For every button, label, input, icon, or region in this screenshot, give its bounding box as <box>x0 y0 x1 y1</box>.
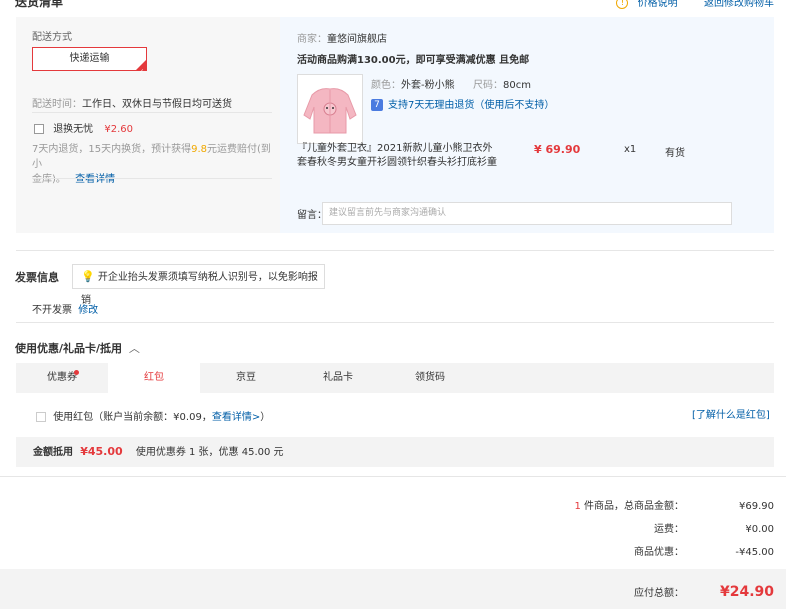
tab-claim-code[interactable]: 领货码 <box>384 363 476 393</box>
shipping-method-label: 配送方式 <box>32 32 72 43</box>
redpacket-option[interactable]: 使用红包（账户当前余额：¥0.09，查看详情>） <box>36 408 270 423</box>
tab-giftcard[interactable]: 礼品卡 <box>292 363 384 393</box>
redpacket-detail-link[interactable]: 查看详情> <box>212 412 260 423</box>
stock-status: 有货 <box>665 148 685 159</box>
invoice-title: 发票信息 <box>15 271 59 284</box>
guarantee[interactable]: 7 支持7天无理由退货（使用后不支持） <box>371 96 554 111</box>
return-insurance-checkbox[interactable] <box>34 124 44 134</box>
tab-redpacket[interactable]: 红包 <box>108 363 200 393</box>
merchant-name[interactable]: 童悠间旗舰店 <box>327 34 387 45</box>
price-note-link[interactable]: 价格说明 <box>638 0 678 9</box>
tab-jingdou[interactable]: 京豆 <box>200 363 292 393</box>
return-detail-link[interactable]: 查看详情 <box>75 174 115 185</box>
invoice-modify-link[interactable]: 修改 <box>78 305 98 316</box>
product-title[interactable]: 『儿童外套卫衣』2021新款儿童小熊卫衣外 套春秋冬男女童开衫圆领针织春头衫打底衫… <box>297 142 497 170</box>
merchant: 商家：童悠间旗舰店 <box>297 34 387 45</box>
coupon-tabs: 优惠券 红包 京豆 礼品卡 领货码 <box>16 363 774 393</box>
summary-goods-total: 1 件商品，总商品金额： ¥69.90 <box>574 501 774 512</box>
summary-freight: 运费： ¥0.00 <box>654 524 774 535</box>
divider <box>32 178 272 179</box>
guarantee-icon: 7 <box>371 99 383 111</box>
summary-payable: 应付总额： ¥24.90 <box>634 584 774 600</box>
product-price: ¥ 69.90 <box>534 143 581 156</box>
divider <box>0 476 786 477</box>
return-insurance-option[interactable]: 退换无忧 ¥2.60 <box>34 120 133 135</box>
lightbulb-icon: 💡 <box>81 270 95 283</box>
return-insurance-desc: 7天内退货，15天内换货，预计获得9.8元运费赔付(到小 金库)。 查看详情 <box>32 144 271 185</box>
section-title: 送货清单 <box>15 0 64 9</box>
redpacket-checkbox[interactable] <box>36 412 46 422</box>
message-input[interactable]: 建议留言前先与商家沟通确认 <box>322 202 732 225</box>
notification-dot <box>74 370 79 375</box>
learn-redpacket-link[interactable]: [了解什么是红包] <box>692 406 770 421</box>
divider <box>16 250 774 251</box>
header-links: ! 价格说明 返回修改购物车 <box>616 0 774 9</box>
coupon-section-toggle[interactable]: 使用优惠/礼品卡/抵用 ︿ <box>15 340 140 356</box>
invoice-status: 不开发票 修改 <box>32 305 99 316</box>
warning-icon: ! <box>616 0 629 9</box>
divider <box>16 322 774 323</box>
product-image[interactable] <box>297 74 363 144</box>
selected-check-icon <box>136 60 146 83</box>
divider <box>32 112 272 113</box>
back-to-cart-link[interactable]: 返回修改购物车 <box>704 0 774 9</box>
express-shipping-button[interactable]: 快递运输 <box>32 47 147 83</box>
delivery-time: 配送时间：工作日、双休日与节假日均可送货 <box>32 99 232 110</box>
chevron-up-icon: ︿ <box>128 342 140 355</box>
tab-coupon[interactable]: 优惠券 <box>16 363 108 393</box>
invoice-tip: 💡 开企业抬头发票须填写纳税人识别号，以免影响报销 <box>72 264 325 306</box>
summary-discount: 商品优惠： -¥45.00 <box>634 547 774 558</box>
sku-attributes: 颜色：外套-粉小熊 尺码：80cm <box>371 80 531 91</box>
product-quantity: x1 <box>624 144 637 155</box>
deduct-summary: 金额抵用 ¥45.00 使用优惠券 1 张，优惠 45.00 元 <box>16 437 774 467</box>
promo-text: 活动商品购满130.00元，即可享受满减优惠 且免邮 <box>297 55 530 66</box>
